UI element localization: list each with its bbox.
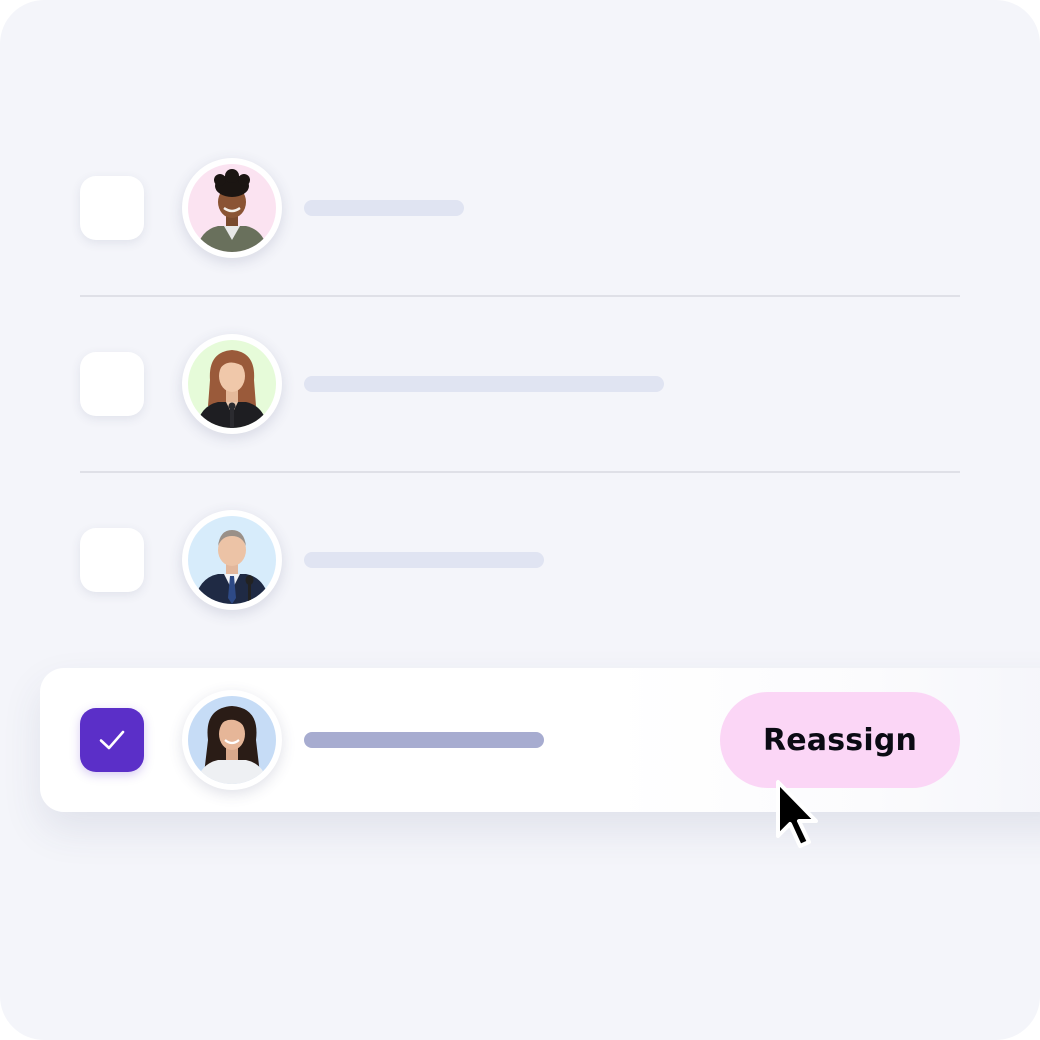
- name-placeholder-bar: [304, 552, 544, 568]
- list-item[interactable]: [80, 120, 960, 296]
- avatar: [182, 510, 282, 610]
- reassign-button[interactable]: Reassign: [720, 692, 960, 788]
- check-icon: [99, 730, 125, 750]
- name-placeholder-bar: [304, 200, 464, 216]
- name-placeholder-bar: [304, 376, 664, 392]
- assignee-list-card: Reassign: [0, 0, 1040, 1040]
- row-checkbox[interactable]: [80, 352, 144, 416]
- list-item-selected[interactable]: Reassign: [40, 668, 1040, 812]
- list-item[interactable]: [80, 296, 960, 472]
- row-checkbox[interactable]: [80, 176, 144, 240]
- avatar: [182, 334, 282, 434]
- avatar: [182, 690, 282, 790]
- list-item[interactable]: [80, 472, 960, 648]
- name-placeholder-bar: [304, 732, 544, 748]
- row-checkbox-checked[interactable]: [80, 708, 144, 772]
- avatar: [182, 158, 282, 258]
- mouse-pointer-icon: [776, 780, 818, 848]
- row-checkbox[interactable]: [80, 528, 144, 592]
